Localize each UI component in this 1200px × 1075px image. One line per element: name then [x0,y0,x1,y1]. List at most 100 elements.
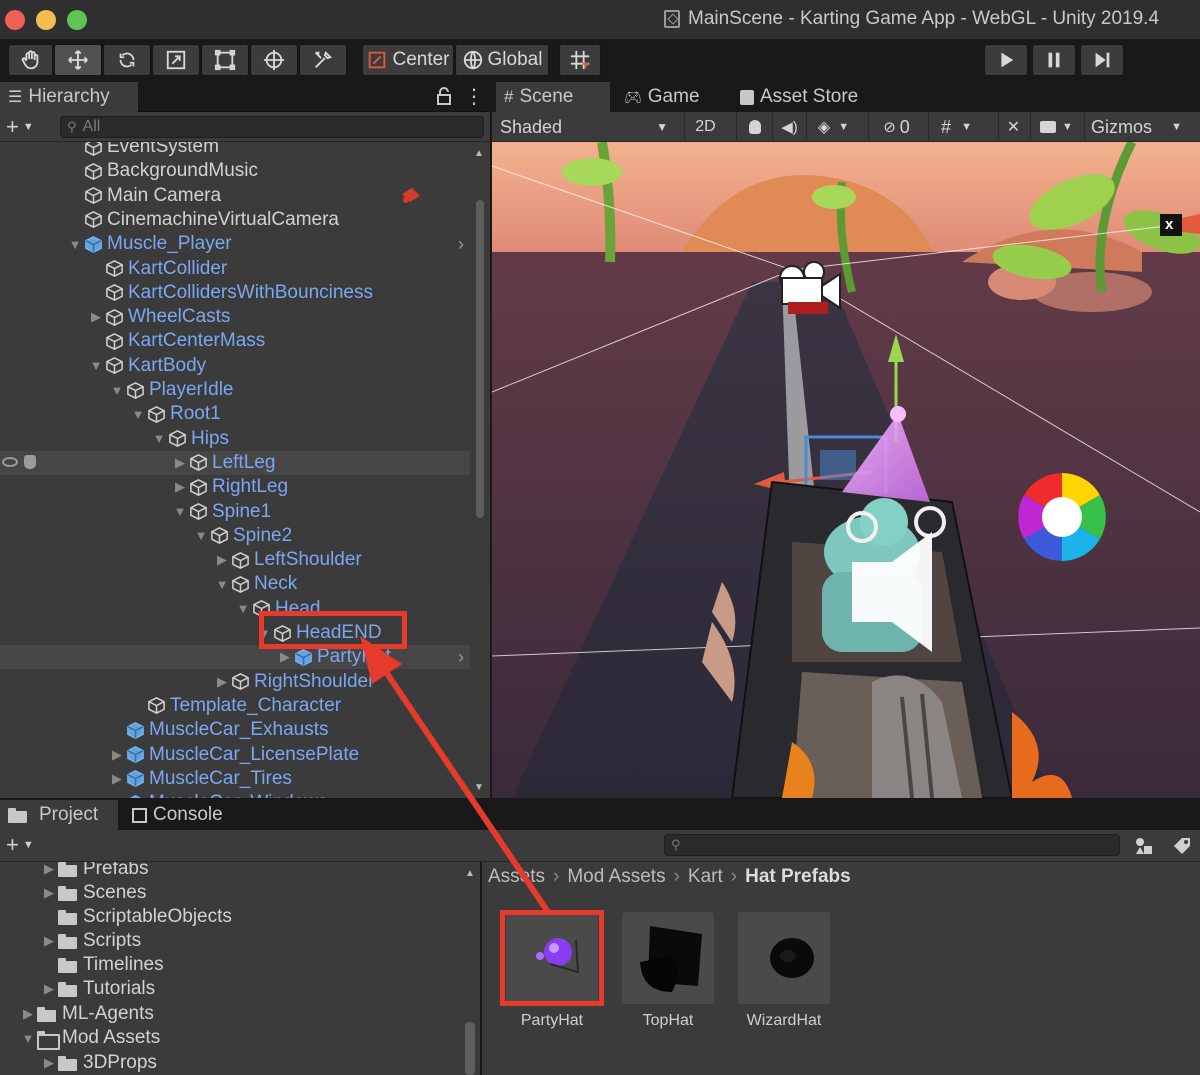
expand-arrow-icon[interactable]: ▶ [40,1055,58,1071]
collapse-arrow-icon[interactable]: ▼ [213,577,231,592]
mode-2d-toggle[interactable]: 2D [684,112,726,142]
folder-row[interactable]: ▶ Tutorials [40,977,155,1001]
axis-gizmo-label[interactable]: x [1165,216,1173,233]
hierarchy-row-hips[interactable]: ▼ Hips [0,427,470,451]
project-tree-scrollbar[interactable]: ▲ [462,862,480,1075]
hierarchy-row-muscle-player[interactable]: ▼ Muscle_Player › [0,232,470,256]
filter-by-type-icon[interactable] [1134,836,1154,856]
expand-arrow-icon[interactable]: ▶ [171,479,189,495]
project-tree-scroll-thumb[interactable] [465,1022,475,1075]
hierarchy-row-musclecar-exhausts[interactable]: MuscleCar_Exhausts [0,718,470,742]
hierarchy-row-kartcollider[interactable]: KartCollider [0,257,470,281]
hierarchy-row-spine1[interactable]: ▼ Spine1 [0,500,470,524]
zoom-window-button[interactable] [67,10,87,30]
pivot-rotation-toggle[interactable]: Global [455,44,549,76]
collapse-arrow-icon[interactable]: ▼ [150,431,168,446]
grid-snap-button[interactable] [559,44,601,76]
hierarchy-row-root1[interactable]: ▼ Root1 [0,402,470,426]
minimize-window-button[interactable] [36,10,56,30]
hierarchy-row-kartbody[interactable]: ▼ KartBody [0,354,470,378]
hierarchy-row-musclecar-licenseplate[interactable]: ▶ MuscleCar_LicensePlate [0,743,470,767]
create-asset-button[interactable]: + ▼ [6,832,34,858]
expand-arrow-icon[interactable]: ▶ [19,1006,37,1022]
lighting-toggle[interactable] [736,112,772,142]
collapse-arrow-icon[interactable]: ▼ [108,383,126,398]
hierarchy-row-template-character[interactable]: Template_Character [0,694,470,718]
scroll-up-arrow-icon[interactable]: ▲ [465,868,475,879]
hierarchy-row-musclecar-windows[interactable]: ▶ MuscleCar_Windows [0,791,470,798]
folder-row[interactable]: ▶ ML-Agents [19,1002,154,1026]
breadcrumb-item[interactable]: Mod Assets [567,866,665,888]
folder-row[interactable]: ▶ Prefabs [40,862,148,881]
transform-tool-button[interactable] [250,44,298,76]
audio-toggle[interactable]: ◀︎) [772,112,806,142]
expand-arrow-icon[interactable]: ▶ [276,649,294,665]
folder-row[interactable]: ▼ Mod Assets [19,1026,160,1050]
scroll-up-arrow-icon[interactable]: ▲ [474,148,484,159]
hierarchy-row-leftleg[interactable]: ▶ LeftLeg [0,450,470,475]
hierarchy-row-rightleg[interactable]: ▶ RightLeg [0,475,470,499]
expand-arrow-icon[interactable]: ▶ [213,674,231,690]
asset-tile-wizardhat[interactable]: WizardHat [738,912,830,1030]
pickability-hand-icon[interactable] [24,454,36,469]
effects-dropdown[interactable]: ◈ ▼ [806,112,860,142]
custom-tool-button[interactable] [299,44,347,76]
hierarchy-row-playeridle[interactable]: ▼ PlayerIdle [0,378,470,402]
scene-visibility-toggle[interactable]: ⊘ 0 [868,112,924,142]
step-button[interactable] [1080,44,1124,76]
tab-project[interactable]: Project [0,800,118,830]
hierarchy-scroll-thumb[interactable] [476,200,484,518]
folder-row[interactable]: ScriptableObjects [40,905,232,929]
rect-tool-button[interactable] [201,44,249,76]
tab-hierarchy[interactable]: ☰ Hierarchy [0,82,138,112]
hierarchy-row-main-camera[interactable]: Main Camera [0,184,470,208]
hierarchy-row-kartcentermass[interactable]: KartCenterMass [0,329,470,353]
camera-dropdown[interactable]: ▼ [1030,112,1082,142]
hierarchy-row-cinemachinevirtualcamera[interactable]: CinemachineVirtualCamera [0,208,470,232]
pivot-mode-toggle[interactable]: Center [362,44,454,76]
expand-arrow-icon[interactable]: ▶ [40,933,58,949]
expand-arrow-icon[interactable]: ▶ [171,455,189,471]
expand-arrow-icon[interactable]: ▶ [108,771,126,787]
collapse-arrow-icon[interactable]: ▼ [129,407,147,422]
expand-arrow-icon[interactable]: ▶ [87,309,105,325]
visibility-eye-icon[interactable] [2,456,18,467]
asset-tile-tophat[interactable]: TopHat [622,912,714,1030]
breadcrumb-item[interactable]: Kart [688,866,723,888]
breadcrumb-item[interactable]: Assets [488,866,545,888]
move-tool-button[interactable] [54,44,102,76]
scene-visibility-icon[interactable] [400,186,422,206]
collapse-arrow-icon[interactable]: ▼ [171,504,189,519]
play-button[interactable] [984,44,1028,76]
collapse-arrow-icon[interactable]: ▼ [87,358,105,373]
collapse-arrow-icon[interactable]: ▼ [19,1031,37,1046]
hand-tool-button[interactable] [8,44,53,76]
filter-by-label-icon[interactable] [1172,836,1192,856]
lock-icon[interactable] [436,86,452,106]
collapse-arrow-icon[interactable]: ▼ [234,601,252,616]
expand-arrow-icon[interactable]: ▶ [108,795,126,798]
expand-arrow-icon[interactable]: ▶ [108,747,126,763]
open-prefab-chevron-icon[interactable]: › [458,647,464,668]
scale-tool-button[interactable] [152,44,200,76]
expand-arrow-icon[interactable]: ▶ [40,862,58,877]
shading-mode-dropdown[interactable]: Shaded ▼ [492,112,676,142]
pause-button[interactable] [1032,44,1076,76]
hierarchy-scrollbar[interactable]: ▲ ▼ [470,142,490,798]
rotate-tool-button[interactable] [103,44,151,76]
hierarchy-row-kartcolliderswithbounciness[interactable]: KartCollidersWithBounciness [0,281,470,305]
tab-console[interactable]: Console [124,800,244,830]
collapse-arrow-icon[interactable]: ▼ [192,528,210,543]
create-object-button[interactable]: + ▼ [6,114,34,140]
expand-arrow-icon[interactable]: ▶ [40,885,58,901]
scene-tools-button[interactable]: ✕ [998,112,1028,142]
hierarchy-row-neck[interactable]: ▼ Neck [0,572,470,596]
scene-viewport[interactable]: x [492,142,1200,798]
gizmos-dropdown[interactable]: Gizmos ▼ [1084,112,1188,142]
folder-row[interactable]: ▶ Scripts [40,929,141,953]
folder-row[interactable]: Timelines [40,953,164,977]
expand-arrow-icon[interactable]: ▶ [40,981,58,997]
tab-game[interactable]: 🎮︎ Game [616,82,726,112]
hierarchy-row-spine2[interactable]: ▼ Spine2 [0,524,470,548]
open-prefab-chevron-icon[interactable]: › [458,234,464,255]
